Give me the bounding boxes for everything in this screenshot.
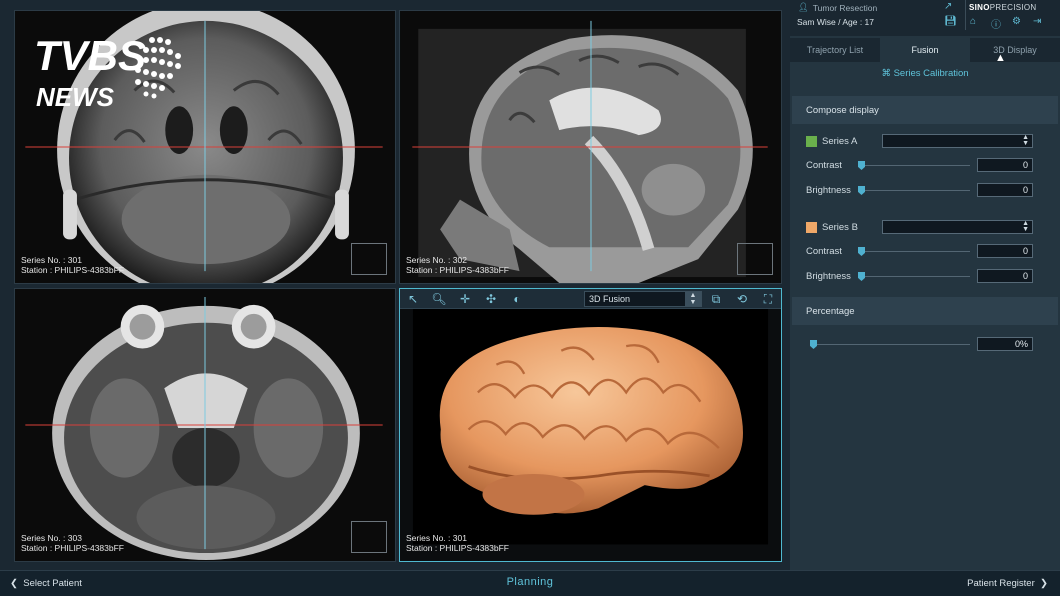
contrast-slider[interactable] [858,161,970,170]
percentage-header: Percentage [792,297,1058,325]
zoom-icon[interactable]: 🔍︎ [426,289,452,309]
tvbs-news-logo: TVBS NEWS [34,32,181,110]
series-info: Series No. : 302 Station : PHILIPS-4383b… [406,255,509,275]
series-a-row: Series A ▲ ▼ [806,134,1034,150]
brightness-slider[interactable] [858,186,970,195]
series-a-label: Series A [822,136,858,147]
chevron-left-icon: ❮ [10,578,18,589]
select-patient-label: Select Patient [23,578,82,589]
series-info: Series No. : 301 Station : PHILIPS-4383b… [21,255,124,275]
series-a-swatch [806,136,817,147]
patient-info: Sam Wise / Age : 17 [797,17,875,27]
series-a-contrast-row: Contrast 0 [806,158,1034,174]
right-panel: 👤︎ Tumor Resection Sam Wise / Age : 17 ↗… [790,0,1060,570]
render-mode-value: 3D Fusion [589,294,631,304]
brightness-label: Brightness [806,185,851,196]
footer-bar: ❮ Select Patient Planning Patient Regist… [0,570,1060,596]
contrast-slider[interactable] [858,247,970,256]
viewer-area: Series No. : 301 Station : PHILIPS-4383b… [0,0,790,570]
reset-icon[interactable]: ⟲ [729,289,755,309]
orientation-box[interactable] [737,243,773,275]
patient-register-button[interactable]: Patient Register ❯ [967,578,1048,589]
contrast-label: Contrast [806,246,842,257]
select-arrows-icon: ▲ ▼ [685,292,701,306]
render-mode-select[interactable]: 3D Fusion ▲ ▼ [584,291,702,307]
series-b-row: Series B ▲ ▼ [806,220,1034,236]
procedure-name: Tumor Resection [812,2,878,13]
panel-header: 👤︎ Tumor Resection Sam Wise / Age : 17 ↗… [790,0,1060,36]
brain-3d-render[interactable] [400,309,781,562]
series-info: Series No. : 301 Station : PHILIPS-4383b… [406,533,509,553]
header-divider [965,0,966,30]
slider-thumb[interactable] [858,186,865,195]
brightness-value-field[interactable]: 0 [977,183,1033,197]
viewport-tools-right: ⧉ ⟲ ⛶ [703,289,781,309]
fullscreen-icon[interactable]: ⛶ [755,289,781,309]
brand-logo: SINOPRECISION [969,3,1037,12]
export-icon[interactable]: ↗ [944,1,952,12]
series-a-brightness-row: Brightness 0 [806,183,1034,199]
pointer-icon[interactable]: ↖ [400,289,426,309]
home-icon[interactable]: ⌂ [970,16,976,27]
brightness-label: Brightness [806,271,851,282]
compose-display-header: Compose display [792,96,1058,124]
help-icon[interactable]: ⓘ [991,16,1001,31]
mouse-cursor-icon: ▲ [995,52,1006,64]
select-arrows-icon: ▲ ▼ [1022,134,1029,147]
series-b-brightness-row: Brightness 0 [806,269,1034,285]
pan-icon[interactable]: ✛ [452,289,478,309]
slider-thumb[interactable] [810,340,817,349]
sagittal-mri-image [400,11,781,283]
viewport-axial[interactable]: Series No. : 303 Station : PHILIPS-4383b… [14,288,396,562]
series-b-select[interactable]: ▲ ▼ [882,220,1033,234]
tab-fusion[interactable]: Fusion [880,38,970,62]
logout-icon[interactable]: ⇥ [1033,16,1041,27]
series-a-select[interactable]: ▲ ▼ [882,134,1033,148]
settings-icon[interactable]: ⚙ [1012,16,1021,27]
user-icon: 👤︎ [798,2,809,12]
series-b-label: Series B [822,222,858,233]
viewport-sagittal[interactable]: Series No. : 302 Station : PHILIPS-4383b… [399,10,782,284]
calibration-icon: ⌘ [881,68,891,79]
chevron-right-icon: ❯ [1040,578,1048,589]
brightness-value-field[interactable]: 0 [977,269,1033,283]
contrast-label: Contrast [806,160,842,171]
slider-thumb[interactable] [858,272,865,281]
layers-icon[interactable]: ⧉ [703,289,729,309]
calibration-label: Series Calibration [893,68,969,79]
panel-tabs: Trajectory List Fusion 3D Display [790,38,1060,62]
tab-trajectory-list[interactable]: Trajectory List [790,38,880,62]
series-info: Series No. : 303 Station : PHILIPS-4383b… [21,533,124,553]
tab-3d-display[interactable]: 3D Display [970,38,1060,62]
contrast-value-field[interactable]: 0 [977,244,1033,258]
brightness-slider[interactable] [858,272,970,281]
select-arrows-icon: ▲ ▼ [1022,220,1029,233]
viewport-toolbar: ↖ 🔍︎ ✛ ✣ ◐ 3D Fusion ▲ ▼ ⧉ ⟲ ⛶ [400,289,781,309]
percentage-row: 0% [806,337,1034,353]
rotate-icon[interactable]: ✣ [478,289,504,309]
slider-thumb[interactable] [858,161,865,170]
select-patient-button[interactable]: ❮ Select Patient [10,578,82,589]
save-icon[interactable]: 💾︎ [944,16,957,27]
percentage-value-field[interactable]: 0% [977,337,1033,351]
viewport-3d[interactable]: ↖ 🔍︎ ✛ ✣ ◐ 3D Fusion ▲ ▼ ⧉ ⟲ ⛶ Series No… [399,288,782,562]
svg-text:TVBS: TVBS [34,32,146,79]
contrast-icon[interactable]: ◐ [504,289,530,309]
procedure-label: 👤︎ Tumor Resection [798,2,877,13]
axial-mri-image [15,289,395,561]
orientation-box[interactable] [351,243,387,275]
series-b-swatch [806,222,817,233]
patient-register-label: Patient Register [967,578,1035,589]
series-calibration-button[interactable]: ⌘ Series Calibration [790,68,1060,79]
percentage-slider[interactable] [810,340,970,349]
slider-thumb[interactable] [858,247,865,256]
orientation-box[interactable] [351,521,387,553]
contrast-value-field[interactable]: 0 [977,158,1033,172]
series-b-contrast-row: Contrast 0 [806,244,1034,260]
svg-text:NEWS: NEWS [36,82,115,110]
current-stage-label: Planning [506,576,554,588]
